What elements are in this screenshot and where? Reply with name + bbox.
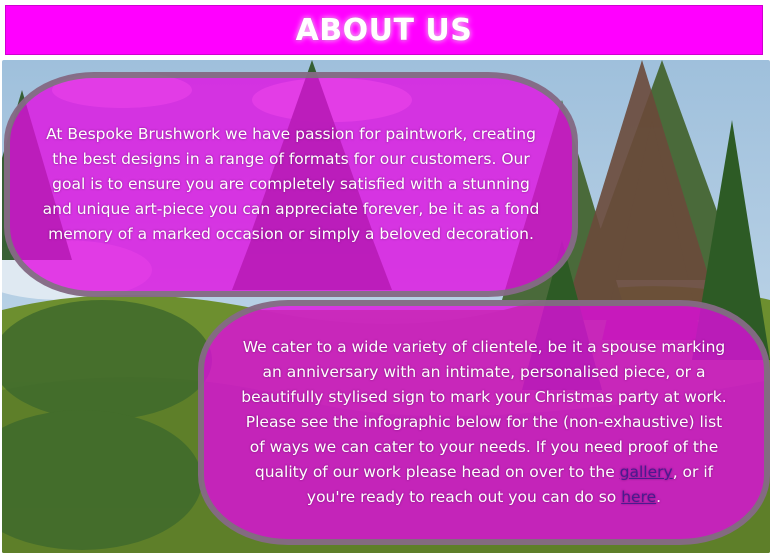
- services-text: We cater to a wide variety of clientele,…: [236, 335, 732, 510]
- background-painting: At Bespoke Brushwork we have passion for…: [2, 60, 770, 553]
- gallery-link[interactable]: gallery: [620, 463, 673, 481]
- contact-here-link[interactable]: here: [621, 488, 656, 506]
- page-title: ABOUT US: [295, 12, 473, 48]
- about-intro-panel: At Bespoke Brushwork we have passion for…: [4, 72, 578, 297]
- services-text-before: We cater to a wide variety of clientele,…: [241, 338, 727, 481]
- about-intro-text: At Bespoke Brushwork we have passion for…: [42, 125, 540, 243]
- about-us-banner: ABOUT US: [5, 5, 763, 55]
- services-text-after: .: [656, 488, 662, 506]
- services-panel: We cater to a wide variety of clientele,…: [198, 300, 770, 545]
